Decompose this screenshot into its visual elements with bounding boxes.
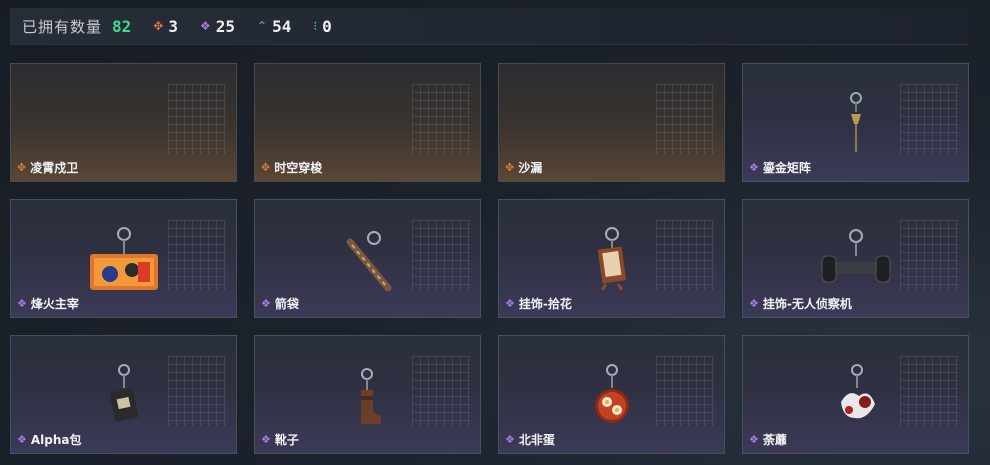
stat-purple-value: 25 [215,16,236,36]
card-pattern [412,84,470,154]
item-name: 靴子 [274,433,299,447]
item-label: ✥ 凌霄戍卫 [17,159,78,176]
item-name: 时空穿梭 [274,161,323,175]
purple-diamond-icon: ❖ [17,297,27,310]
owned-count-title: 已拥有数量 [22,17,103,36]
tumi-keychain-icon [840,364,875,419]
item-card[interactable]: ❖ 荼蘼 [742,335,969,454]
item-label: ✥ 沙漏 [505,159,542,176]
stat-blue-value: 54 [272,16,292,36]
item-label: ❖ 挂饰-无人侦察机 [749,295,852,312]
card-pattern [168,356,226,426]
item-name: 凌霄戍卫 [30,161,79,175]
purple-diamond-icon: ❖ [505,433,515,446]
item-card[interactable]: ❖ 烽火主宰 [10,199,237,318]
quiver-keychain-icon [346,231,391,292]
stat-blue: ⌃ 54 [257,17,291,36]
flower-charm-keychain-icon [597,227,626,291]
card-pattern [656,84,714,154]
item-name: 烽火主宰 [30,297,79,311]
stat-teal: ⁝ 0 [313,17,331,36]
shakshuka-keychain-icon [594,364,629,423]
orange-diamond-icon: ✥ [17,161,27,174]
card-pattern [412,220,470,290]
purple-diamond-icon: ❖ [749,297,759,310]
item-label: ❖ 鎏金矩阵 [749,159,811,176]
card-pattern [412,356,470,426]
alpha-bag-keychain-icon [109,364,138,422]
item-name: 荼蘼 [762,433,787,447]
card-pattern [900,84,958,154]
card-pattern [168,220,226,290]
teal-dots-icon: ⁝ [313,19,318,33]
item-card[interactable]: ❖ 挂饰-拾花 [498,199,725,318]
item-card[interactable]: ✥ 凌霄戍卫 [10,63,237,182]
stat-orange: ✥ 3 [153,17,178,36]
stat-orange-value: 3 [168,16,178,36]
purple-diamond-icon: ❖ [261,433,271,446]
stat-purple: ❖ 25 [200,17,235,36]
card-pattern [168,84,226,154]
purple-diamond-icon: ❖ [749,161,759,174]
item-label: ❖ 荼蘼 [749,431,787,448]
item-name: 挂饰-拾花 [518,297,572,311]
purple-diamond-icon: ❖ [17,433,27,446]
gold-matrix-keychain-icon [849,92,862,152]
stat-teal-value: 0 [322,16,332,36]
item-card[interactable]: ❖ Alpha包 [10,335,237,454]
item-label: ❖ 烽火主宰 [17,295,79,312]
item-name: Alpha包 [30,433,82,447]
owned-count-bar: 已拥有数量 82 ✥ 3 ❖ 25 ⌃ 54 ⁝ 0 [10,8,968,45]
item-card[interactable]: ❖ 靴子 [254,335,481,454]
card-pattern [900,356,958,426]
orange-diamond-icon: ✥ [153,19,164,33]
item-card[interactable]: ✥ 时空穿梭 [254,63,481,182]
card-pattern [656,220,714,290]
item-grid: ✥ 凌霄戍卫 ✥ 时空穿梭 ✥ 沙漏 ❖ 鎏金矩阵 ❖ 烽火主宰 ❖ 箭袋 ❖ … [10,63,969,454]
item-name: 北非蛋 [518,433,555,447]
purple-diamond-icon: ❖ [749,433,759,446]
beacon-overlord-keychain-icon [89,227,158,290]
item-label: ❖ 靴子 [261,431,299,448]
item-card[interactable]: ❖ 北非蛋 [498,335,725,454]
item-card[interactable]: ❖ 箭袋 [254,199,481,318]
item-label: ✥ 时空穿梭 [261,159,322,176]
item-label: ❖ Alpha包 [17,431,82,448]
blue-chevron-icon: ⌃ [257,19,268,33]
purple-diamond-icon: ❖ [505,297,515,310]
card-pattern [656,356,714,426]
purple-diamond-icon: ❖ [199,19,211,33]
boots-keychain-icon [360,368,381,424]
item-name: 箭袋 [274,297,299,311]
item-name: 鎏金矩阵 [762,161,811,175]
item-label: ❖ 箭袋 [261,295,299,312]
drone-keychain-icon [821,229,890,283]
item-label: ❖ 挂饰-拾花 [505,295,572,312]
card-pattern [900,220,958,290]
orange-diamond-icon: ✥ [505,161,515,174]
item-name: 沙漏 [518,161,543,175]
orange-diamond-icon: ✥ [261,161,271,174]
item-name: 挂饰-无人侦察机 [762,297,852,311]
owned-total-count: 82 [112,16,132,36]
item-card[interactable]: ✥ 沙漏 [498,63,725,182]
purple-diamond-icon: ❖ [261,297,271,310]
item-card[interactable]: ❖ 鎏金矩阵 [742,63,969,182]
item-label: ❖ 北非蛋 [505,431,555,448]
item-card[interactable]: ❖ 挂饰-无人侦察机 [742,199,969,318]
